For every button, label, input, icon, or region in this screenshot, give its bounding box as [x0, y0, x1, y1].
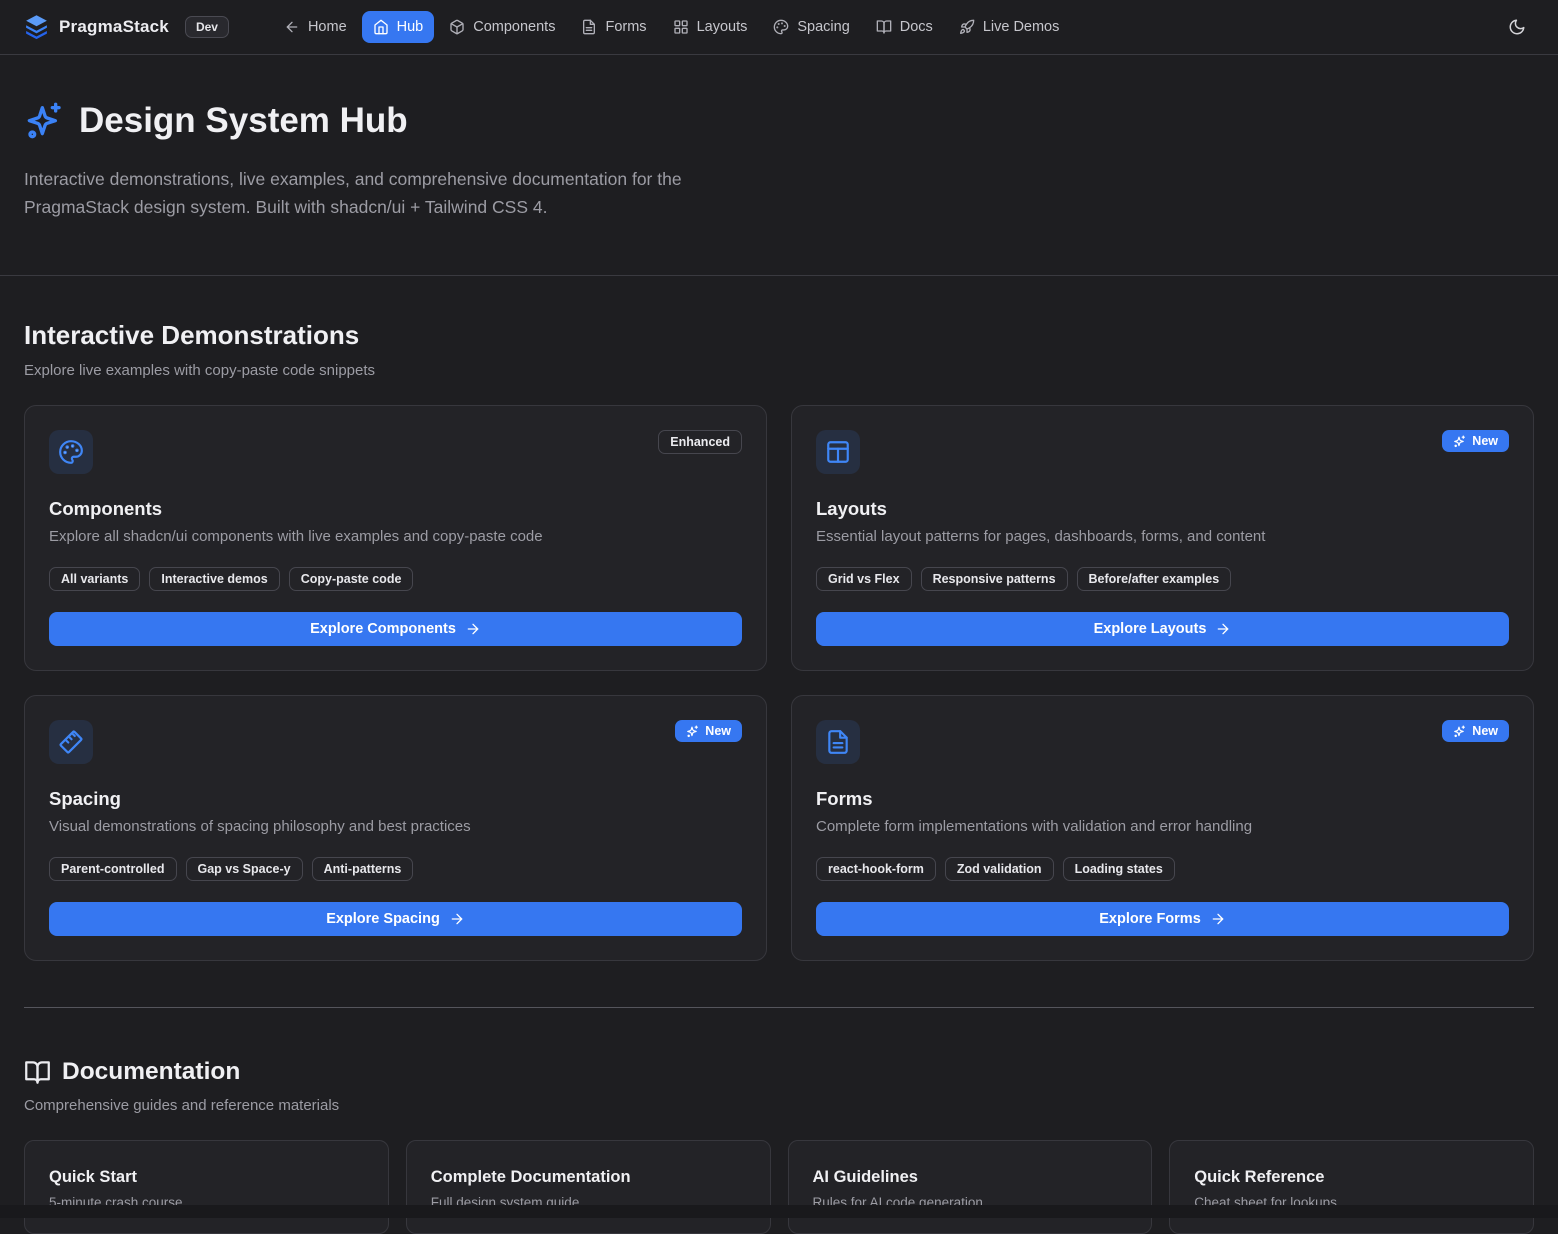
tag: Parent-controlled — [49, 857, 177, 881]
main-content: Interactive Demonstrations Explore live … — [0, 320, 1558, 1234]
hero-subtitle: Interactive demonstrations, live example… — [24, 165, 769, 221]
tag: Zod validation — [945, 857, 1054, 881]
nav-right — [1500, 10, 1534, 44]
demo-card-layouts: New Layouts Essential layout patterns fo… — [791, 405, 1534, 671]
nav-item-live-demos[interactable]: Live Demos — [948, 11, 1071, 43]
sparkles-icon — [24, 101, 64, 141]
explore-spacing-button[interactable]: Explore Spacing — [49, 902, 742, 936]
demo-card-spacing: New Spacing Visual demonstrations of spa… — [24, 695, 767, 961]
brand-name: PragmaStack — [59, 17, 169, 37]
card-description: Explore all shadcn/ui components with li… — [49, 528, 742, 545]
layouts-icon-tile — [816, 430, 860, 474]
sparkles-icon — [1453, 725, 1466, 738]
new-badge: New — [1442, 720, 1509, 742]
sparkles-icon — [686, 725, 699, 738]
arrow-right-icon — [465, 621, 481, 637]
sparkles-icon — [1453, 435, 1466, 448]
arrow-left-icon — [284, 19, 300, 35]
spacing-icon-tile — [49, 720, 93, 764]
new-badge: New — [675, 720, 742, 742]
new-badge: New — [1442, 430, 1509, 452]
tag: react-hook-form — [816, 857, 936, 881]
arrow-right-icon — [1215, 621, 1231, 637]
file-text-icon — [581, 19, 597, 35]
card-title: Components — [49, 498, 742, 520]
palette-icon — [773, 19, 789, 35]
doc-card-ai-guidelines[interactable]: AI Guidelines Rules for AI code generati… — [788, 1140, 1153, 1234]
demo-cards-grid: Enhanced Components Explore all shadcn/u… — [24, 405, 1534, 961]
palette-icon — [58, 439, 84, 465]
nav-item-components[interactable]: Components — [438, 11, 566, 43]
tag: Copy-paste code — [289, 567, 414, 591]
file-text-icon — [825, 729, 851, 755]
tag: All variants — [49, 567, 140, 591]
docs-subheading: Comprehensive guides and reference mater… — [24, 1097, 1534, 1114]
book-open-icon — [876, 19, 892, 35]
enhanced-badge: Enhanced — [658, 430, 742, 454]
doc-card-title: Complete Documentation — [431, 1168, 746, 1187]
explore-layouts-button[interactable]: Explore Layouts — [816, 612, 1509, 646]
arrow-right-icon — [1210, 911, 1226, 927]
footer-strip — [0, 1205, 1558, 1218]
nav-links: Home Hub Components Forms Layouts — [273, 11, 1070, 43]
doc-card-complete-documentation[interactable]: Complete Documentation Full design syste… — [406, 1140, 771, 1234]
navbar: PragmaStack Dev Home Hub Components Fo — [0, 0, 1558, 55]
tag: Interactive demos — [149, 567, 279, 591]
nav-item-hub[interactable]: Hub — [362, 11, 435, 43]
forms-icon-tile — [816, 720, 860, 764]
nav-item-spacing[interactable]: Spacing — [762, 11, 860, 43]
card-description: Essential layout patterns for pages, das… — [816, 528, 1509, 545]
nav-item-docs[interactable]: Docs — [865, 11, 944, 43]
doc-cards-grid: Quick Start 5-minute crash course Comple… — [24, 1140, 1534, 1234]
card-description: Complete form implementations with valid… — [816, 818, 1509, 835]
nav-item-layouts[interactable]: Layouts — [662, 11, 759, 43]
tag: Gap vs Space-y — [186, 857, 303, 881]
panels-top-icon — [825, 439, 851, 465]
env-badge: Dev — [185, 16, 229, 38]
doc-card-title: AI Guidelines — [813, 1168, 1128, 1187]
page-title: Design System Hub — [24, 101, 1534, 141]
rocket-icon — [959, 19, 975, 35]
doc-card-title: Quick Start — [49, 1168, 364, 1187]
section-divider — [24, 1007, 1534, 1008]
demos-heading: Interactive Demonstrations — [24, 320, 1534, 351]
tag: Grid vs Flex — [816, 567, 912, 591]
moon-icon — [1508, 18, 1526, 36]
book-open-icon — [24, 1059, 51, 1086]
layers-logo-icon — [24, 14, 49, 41]
theme-toggle-button[interactable] — [1500, 10, 1534, 44]
explore-forms-button[interactable]: Explore Forms — [816, 902, 1509, 936]
package-icon — [449, 19, 465, 35]
explore-components-button[interactable]: Explore Components — [49, 612, 742, 646]
demo-card-forms: New Forms Complete form implementations … — [791, 695, 1534, 961]
house-icon — [373, 19, 389, 35]
ruler-icon — [58, 729, 84, 755]
doc-card-quick-start[interactable]: Quick Start 5-minute crash course — [24, 1140, 389, 1234]
arrow-right-icon — [449, 911, 465, 927]
card-title: Layouts — [816, 498, 1509, 520]
tag: Responsive patterns — [921, 567, 1068, 591]
doc-card-title: Quick Reference — [1194, 1168, 1509, 1187]
card-title: Spacing — [49, 788, 742, 810]
nav-item-forms[interactable]: Forms — [570, 11, 657, 43]
docs-heading: Documentation — [24, 1058, 1534, 1086]
demo-card-components: Enhanced Components Explore all shadcn/u… — [24, 405, 767, 671]
doc-card-quick-reference[interactable]: Quick Reference Cheat sheet for lookups — [1169, 1140, 1534, 1234]
tag: Before/after examples — [1077, 567, 1232, 591]
components-icon-tile — [49, 430, 93, 474]
tag: Anti-patterns — [312, 857, 414, 881]
nav-item-home[interactable]: Home — [273, 11, 358, 43]
brand[interactable]: PragmaStack Dev — [24, 14, 229, 41]
demos-subheading: Explore live examples with copy-paste co… — [24, 362, 1534, 379]
card-title: Forms — [816, 788, 1509, 810]
card-description: Visual demonstrations of spacing philoso… — [49, 818, 742, 835]
hero: Design System Hub Interactive demonstrat… — [0, 55, 1558, 276]
tag: Loading states — [1063, 857, 1175, 881]
layout-grid-icon — [673, 19, 689, 35]
